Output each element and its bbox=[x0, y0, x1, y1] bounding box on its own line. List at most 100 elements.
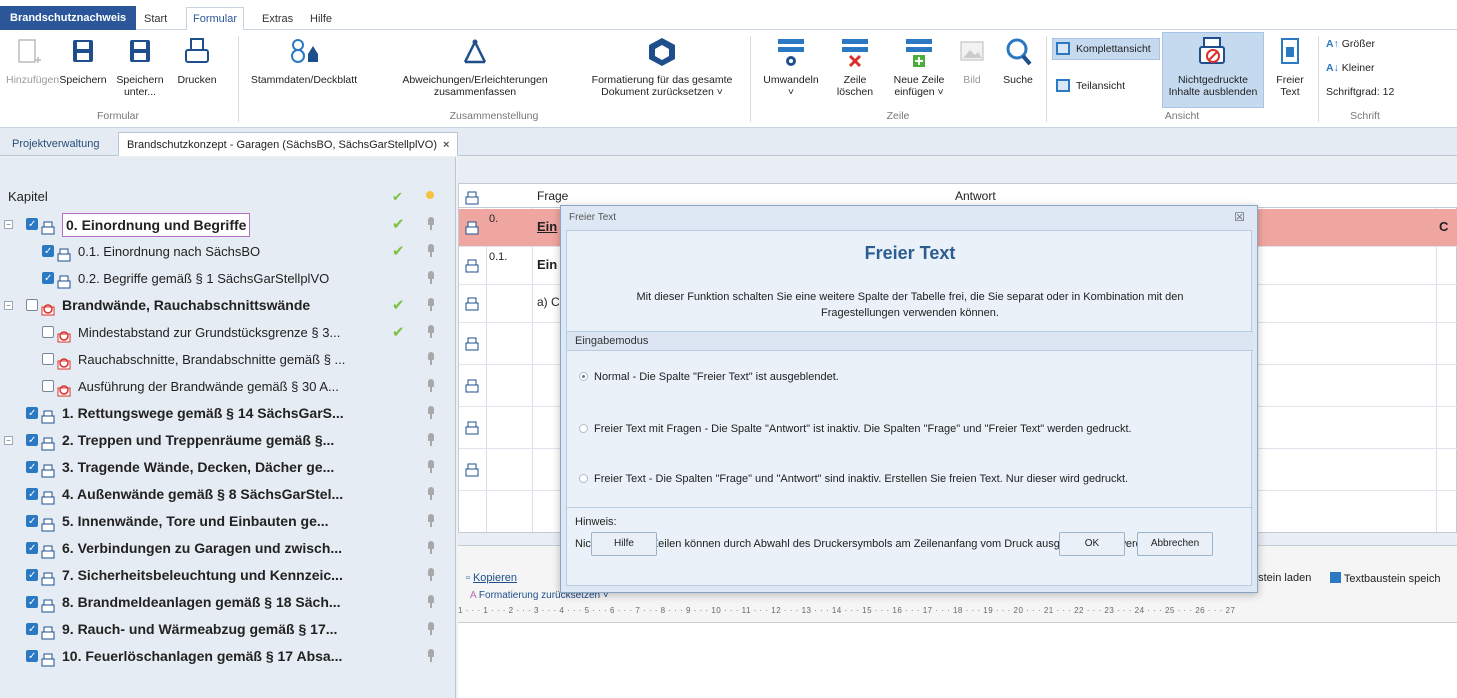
save-button[interactable]: Speichern bbox=[58, 34, 108, 86]
printer-icon[interactable] bbox=[41, 622, 55, 640]
tree-checkbox[interactable] bbox=[26, 481, 38, 508]
row-printer-icon[interactable] bbox=[465, 379, 479, 396]
insert-row-button[interactable]: Neue Zeile einfügen ˅ bbox=[886, 34, 952, 98]
printer-icon[interactable] bbox=[41, 406, 55, 424]
tree-checkbox[interactable] bbox=[42, 238, 54, 265]
tree-checkbox[interactable] bbox=[26, 562, 38, 589]
printer-icon[interactable] bbox=[41, 595, 55, 613]
printer-icon[interactable] bbox=[41, 649, 55, 667]
row-printer-icon[interactable] bbox=[465, 221, 479, 238]
tree-item[interactable]: 4. Außenwände gemäß § 8 SächsGarStel... bbox=[0, 481, 456, 508]
umwandeln-button[interactable]: Umwandeln ˅ bbox=[756, 34, 826, 98]
radio-normal[interactable] bbox=[579, 372, 588, 381]
copy-button[interactable]: ▫ Kopieren bbox=[466, 572, 517, 584]
row-printer-icon[interactable] bbox=[465, 463, 479, 480]
tree-checkbox[interactable] bbox=[26, 299, 38, 311]
tree-checkbox[interactable] bbox=[26, 211, 38, 238]
no-print-icon[interactable] bbox=[41, 298, 55, 316]
load-textblock-button[interactable]: ustein laden bbox=[1252, 572, 1311, 584]
tree-item[interactable]: 9. Rauch- und Wärmeabzug gemäß § 17... bbox=[0, 616, 456, 643]
collapse-icon[interactable]: − bbox=[4, 220, 13, 229]
tree-item[interactable]: − 0. Einordnung und Begriffe ✔ bbox=[0, 211, 456, 238]
app-menu-tab[interactable]: Brandschutznachweis bbox=[0, 6, 137, 30]
tree-item[interactable]: − Brandwände, Rauchabschnittswände ✔ bbox=[0, 292, 456, 319]
tab-start[interactable]: Start bbox=[138, 8, 173, 30]
radio-freier-text[interactable] bbox=[579, 474, 588, 483]
tree-checkbox[interactable] bbox=[26, 616, 38, 643]
tab-brandschutzkonzept[interactable]: Brandschutzkonzept - Garagen (SächsBO, S… bbox=[118, 132, 459, 156]
printer-icon[interactable] bbox=[41, 217, 55, 235]
printer-icon[interactable] bbox=[57, 271, 71, 289]
no-print-icon[interactable] bbox=[57, 352, 71, 370]
tab-hilfe[interactable]: Hilfe bbox=[304, 8, 338, 30]
collapse-icon[interactable]: − bbox=[4, 301, 13, 310]
help-button[interactable]: Hilfe bbox=[591, 532, 657, 556]
tree-checkbox[interactable] bbox=[42, 353, 54, 365]
cancel-button[interactable]: Abbrechen bbox=[1137, 532, 1213, 556]
printer-icon[interactable] bbox=[41, 433, 55, 451]
tree-item[interactable]: 0.2. Begriffe gemäß § 1 SächsGarStellplV… bbox=[0, 265, 456, 292]
save-textblock-button[interactable]: Textbaustein speich bbox=[1330, 572, 1440, 585]
tree-checkbox[interactable] bbox=[26, 427, 38, 454]
collapse-icon[interactable]: − bbox=[4, 436, 13, 445]
tab-projektverwaltung[interactable]: Projektverwaltung bbox=[4, 132, 107, 156]
tree-checkbox[interactable] bbox=[26, 589, 38, 616]
tree-checkbox[interactable] bbox=[26, 643, 38, 670]
tree-checkbox[interactable] bbox=[26, 535, 38, 562]
delete-row-button[interactable]: Zeile löschen bbox=[830, 34, 880, 98]
ruler[interactable]: 1 · · · 1 · · · 2 · · · 3 · · · 4 · · · … bbox=[458, 606, 1457, 620]
hide-unprinted-button[interactable]: Nichtgedruckte Inhalte ausblenden bbox=[1162, 34, 1264, 98]
tree-checkbox[interactable] bbox=[26, 454, 38, 481]
format-reset-button[interactable]: Formatierung für das gesamte Dokument zu… bbox=[582, 34, 742, 98]
tree-item[interactable]: 0.1. Einordnung nach SächsBO ✔ bbox=[0, 238, 456, 265]
komplettansicht-button[interactable]: Komplettansicht bbox=[1052, 39, 1151, 59]
search-button[interactable]: Suche bbox=[996, 34, 1040, 86]
tree-checkbox[interactable] bbox=[26, 508, 38, 535]
tree-checkbox[interactable] bbox=[42, 380, 54, 392]
tree-item[interactable]: Mindestabstand zur Grundstücksgrenze § 3… bbox=[0, 319, 456, 346]
add-button[interactable]: Hinzufügen bbox=[6, 34, 59, 86]
printer-icon[interactable] bbox=[41, 514, 55, 532]
teilansicht-button[interactable]: Teilansicht bbox=[1052, 76, 1125, 96]
tree-item[interactable]: Rauchabschnitte, Brandabschnitte gemäß §… bbox=[0, 346, 456, 373]
text-editor-area[interactable] bbox=[458, 622, 1457, 698]
option-normal[interactable]: Normal - Die Spalte "Freier Text" ist au… bbox=[579, 371, 839, 383]
printer-icon[interactable] bbox=[41, 487, 55, 505]
printer-icon[interactable] bbox=[41, 568, 55, 586]
save-as-button[interactable]: Speichern unter... bbox=[110, 34, 170, 98]
option-freier-text[interactable]: Freier Text - Die Spalten "Frage" und "A… bbox=[579, 473, 1128, 485]
tree-item[interactable]: Ausführung der Brandwände gemäß § 30 A..… bbox=[0, 373, 456, 400]
row-printer-icon[interactable] bbox=[465, 259, 479, 276]
tree-checkbox[interactable] bbox=[26, 400, 38, 427]
printer-icon[interactable] bbox=[57, 244, 71, 262]
row-printer-icon[interactable] bbox=[465, 297, 479, 314]
tree-item[interactable]: 8. Brandmeldeanlagen gemäß § 18 Säch... bbox=[0, 589, 456, 616]
font-smaller-button[interactable]: A↓ Kleiner bbox=[1326, 62, 1374, 74]
stammdaten-button[interactable]: Stammdaten/Deckblatt bbox=[244, 34, 364, 86]
tree-item[interactable]: 5. Innenwände, Tore und Einbauten ge... bbox=[0, 508, 456, 535]
tree-checkbox[interactable] bbox=[42, 326, 54, 338]
dialog-close-icon[interactable]: ☒ bbox=[1234, 210, 1245, 224]
image-button[interactable]: Bild bbox=[954, 34, 990, 86]
tree-item[interactable]: 1. Rettungswege gemäß § 14 SächsGarS... bbox=[0, 400, 456, 427]
tree-item[interactable]: 7. Sicherheitsbeleuchtung und Kennzeic..… bbox=[0, 562, 456, 589]
ok-button[interactable]: OK bbox=[1059, 532, 1125, 556]
abweichungen-button[interactable]: Abweichungen/Erleichterungen zusammenfas… bbox=[368, 34, 582, 98]
freier-text-button[interactable]: Freier Text bbox=[1268, 34, 1312, 98]
row-printer-icon[interactable] bbox=[465, 421, 479, 438]
font-larger-button[interactable]: A↑ Größer bbox=[1326, 38, 1375, 50]
tab-formular[interactable]: Formular bbox=[186, 7, 245, 31]
printer-icon[interactable] bbox=[41, 541, 55, 559]
tree-checkbox[interactable] bbox=[42, 265, 54, 292]
print-button[interactable]: Drucken bbox=[172, 34, 222, 86]
close-tab-icon[interactable]: × bbox=[443, 139, 449, 151]
printer-icon[interactable] bbox=[41, 460, 55, 478]
no-print-icon[interactable] bbox=[57, 379, 71, 397]
no-print-icon[interactable] bbox=[57, 325, 71, 343]
tree-item[interactable]: 3. Tragende Wände, Decken, Dächer ge... bbox=[0, 454, 456, 481]
tree-item[interactable]: 6. Verbindungen zu Garagen und zwisch... bbox=[0, 535, 456, 562]
row-printer-icon[interactable] bbox=[465, 337, 479, 354]
radio-freier-text-mit-fragen[interactable] bbox=[579, 424, 588, 433]
tab-extras[interactable]: Extras bbox=[256, 8, 299, 30]
tree-item[interactable]: − 2. Treppen und Treppenräume gemäß §... bbox=[0, 427, 456, 454]
